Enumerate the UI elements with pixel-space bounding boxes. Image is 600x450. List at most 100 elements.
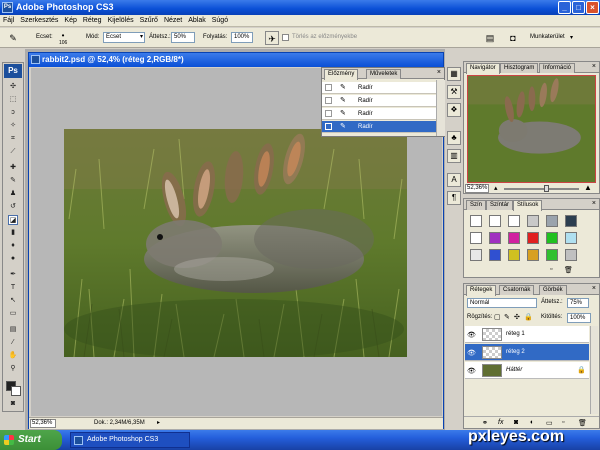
workspace-menu[interactable]: Munkaterület <box>530 34 565 40</box>
panel-close-icon[interactable]: × <box>592 63 596 70</box>
document-title-bar[interactable]: rabbit2.psd @ 52,4% (réteg 2,RGB/8*) <box>29 53 443 67</box>
tab-actions[interactable]: Műveletek <box>366 69 402 79</box>
style-swatch[interactable] <box>527 232 539 244</box>
healing-brush-tool-icon[interactable]: ✚ <box>8 163 18 173</box>
dodge-tool-icon[interactable]: ● <box>8 254 18 264</box>
marquee-tool-icon[interactable]: ⬚ <box>8 95 18 105</box>
swatch-panel-icon[interactable]: ▥ <box>447 149 461 163</box>
panel-close-icon[interactable]: × <box>592 200 596 207</box>
notes-tool-icon[interactable]: ▤ <box>8 325 18 335</box>
tab-color[interactable]: Szín <box>466 200 487 210</box>
hand-tool-icon[interactable]: ✋ <box>8 351 18 361</box>
style-swatch[interactable] <box>470 215 482 227</box>
tab-styles[interactable]: Stílusok <box>513 200 543 211</box>
menu-edit[interactable]: Szerkesztés <box>17 15 61 27</box>
type-tool-icon[interactable]: T <box>8 283 18 293</box>
blend-mode-select[interactable]: Normál <box>467 298 537 308</box>
zoom-out-icon[interactable]: ▴ <box>494 184 498 192</box>
airbrush-icon[interactable]: ✈ <box>265 31 279 45</box>
history-state-box[interactable] <box>325 123 332 130</box>
style-swatch[interactable] <box>565 232 577 244</box>
lasso-tool-icon[interactable]: ↄ <box>8 108 18 118</box>
tab-navigator[interactable]: Navigátor <box>466 63 500 74</box>
history-state-box[interactable] <box>325 110 332 117</box>
tab-history[interactable]: Előzmény <box>324 69 359 80</box>
lock-pixels-icon[interactable]: ✎ <box>504 313 510 321</box>
history-brush-tool-icon[interactable]: ↺ <box>8 202 18 212</box>
brushes-panel-icon[interactable]: ▦ <box>447 67 461 81</box>
tab-layers[interactable]: Rétegek <box>466 285 497 296</box>
zoom-tool-icon[interactable]: ⚲ <box>8 364 18 374</box>
style-swatch[interactable] <box>508 232 520 244</box>
delete-layer-icon[interactable]: 🗑 <box>578 419 587 427</box>
status-menu-icon[interactable]: ▸ <box>157 419 160 426</box>
flow-field[interactable]: 100% <box>231 32 253 43</box>
mode-select[interactable]: Ecset <box>103 32 145 43</box>
zoom-slider-track[interactable] <box>504 188 579 190</box>
style-swatch[interactable] <box>546 215 558 227</box>
clone-stamp-tool-icon[interactable]: ♟ <box>8 189 18 199</box>
history-state-box[interactable] <box>325 97 332 104</box>
path-selection-tool-icon[interactable]: ↖ <box>8 296 18 306</box>
style-swatch[interactable] <box>508 249 520 261</box>
history-item[interactable]: ✎ Radír <box>322 95 436 107</box>
zoom-in-icon[interactable]: ▲ <box>584 183 592 192</box>
tab-info[interactable]: Információ <box>539 63 576 73</box>
opacity-field[interactable]: 50% <box>171 32 195 43</box>
tab-paths[interactable]: Görbék <box>539 285 567 295</box>
lock-all-icon[interactable]: 🔒 <box>524 313 533 321</box>
close-button[interactable]: × <box>586 1 599 14</box>
layers-scrollbar[interactable] <box>590 326 598 414</box>
layer-style-icon[interactable]: fx <box>498 419 503 426</box>
style-swatch[interactable] <box>508 215 520 227</box>
magic-wand-tool-icon[interactable]: ✧ <box>8 121 18 131</box>
navigator-zoom-field[interactable]: 52,36% <box>465 184 489 193</box>
tab-swatches[interactable]: Színtár <box>486 200 514 210</box>
menu-select[interactable]: Kijelölés <box>105 15 137 27</box>
layer-row-layer2[interactable]: 👁 réteg 2 <box>465 344 589 361</box>
history-item[interactable]: ✎ Radír <box>322 108 436 120</box>
style-swatch[interactable] <box>565 215 577 227</box>
fill-field[interactable]: 100% <box>567 313 591 323</box>
eye-icon[interactable]: 👁 <box>467 367 476 375</box>
menu-file[interactable]: Fájl <box>0 15 17 27</box>
character-panel-icon[interactable]: A <box>447 173 461 187</box>
layer-comps-icon[interactable]: ❖ <box>447 103 461 117</box>
history-item-selected[interactable]: ✎ Radír <box>322 121 436 133</box>
menu-image[interactable]: Kép <box>61 15 79 27</box>
eraser-tool-icon[interactable]: ◪ <box>8 215 18 225</box>
layer-opacity-field[interactable]: 75% <box>567 298 589 308</box>
tab-channels[interactable]: Csatornák <box>499 285 535 295</box>
new-group-icon[interactable]: ▭ <box>546 419 553 427</box>
panel-close-icon[interactable]: × <box>592 285 596 292</box>
quick-mask-icon[interactable]: ◙ <box>8 399 18 409</box>
taskbar-item-photoshop[interactable]: Adobe Photoshop CS3 <box>70 432 190 448</box>
tab-histogram[interactable]: Hisztogram <box>500 63 539 73</box>
lock-transparency-icon[interactable]: ▢ <box>494 313 501 321</box>
move-tool-icon[interactable]: ✣ <box>8 82 18 92</box>
layer-mask-icon[interactable]: ◙ <box>514 419 518 426</box>
rabbit-image[interactable] <box>64 129 407 357</box>
maximize-button[interactable]: □ <box>572 1 585 14</box>
layer-row-background[interactable]: 👁 Háttér 🔒 <box>465 362 589 379</box>
style-swatch[interactable] <box>489 249 501 261</box>
clone-source-icon[interactable]: ♣ <box>447 131 461 145</box>
style-swatch[interactable] <box>489 232 501 244</box>
navigator-thumbnail[interactable] <box>467 75 596 183</box>
adjustment-layer-icon[interactable]: ◐ <box>530 419 534 426</box>
new-layer-icon[interactable]: ▫ <box>562 419 564 426</box>
menu-view[interactable]: Nézet <box>161 15 185 27</box>
style-swatch[interactable] <box>565 249 577 261</box>
minimize-button[interactable]: _ <box>558 1 571 14</box>
new-style-icon[interactable]: ▫ <box>550 266 552 273</box>
style-swatch[interactable] <box>470 232 482 244</box>
layer-row-layer1[interactable]: 👁 réteg 1 <box>465 326 589 343</box>
eye-icon[interactable]: 👁 <box>467 349 476 357</box>
zoom-field[interactable]: 52,36% <box>30 419 56 428</box>
pen-tool-icon[interactable]: ✒ <box>8 270 18 280</box>
gradient-tool-icon[interactable]: ▮ <box>8 228 18 238</box>
crop-tool-icon[interactable]: ⌗ <box>8 134 18 144</box>
style-swatch[interactable] <box>470 249 482 261</box>
menu-window[interactable]: Ablak <box>185 15 209 27</box>
chevron-down-icon[interactable]: ▾ <box>570 34 573 41</box>
